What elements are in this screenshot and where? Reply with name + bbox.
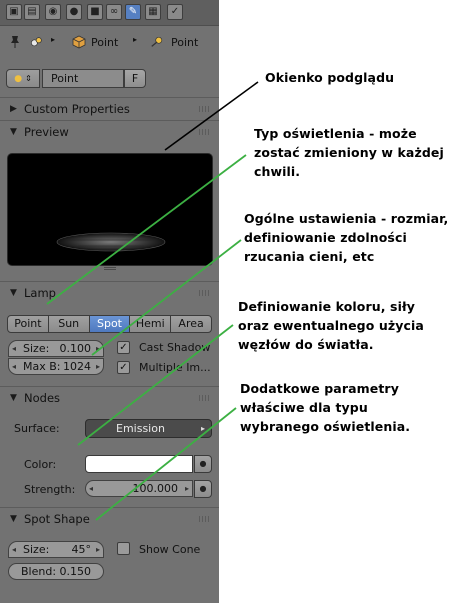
drag-grip-icon[interactable] xyxy=(199,290,211,296)
section-title: Spot Shape xyxy=(24,512,90,526)
field-label: Max B: xyxy=(23,360,61,373)
lamp-type-hemi[interactable]: Hemi xyxy=(129,315,172,333)
lamp-size-field[interactable]: ◂ Size: 0.100 ▸ xyxy=(8,340,104,357)
breadcrumb-object: Point xyxy=(91,36,119,49)
datablock-name-field[interactable]: Point xyxy=(42,69,124,88)
section-title: Lamp xyxy=(24,286,56,300)
section-title: Custom Properties xyxy=(24,102,130,116)
lamp-type-selector: Point Sun Spot Hemi Area xyxy=(7,315,212,333)
collapse-arrow-icon: ▼ xyxy=(10,127,17,137)
section-lamp[interactable]: ▼ Lamp xyxy=(0,282,219,304)
datablock-browse-button[interactable]: ● ⇕ xyxy=(6,69,40,88)
drag-grip-icon[interactable] xyxy=(199,395,211,401)
decrement-arrow-icon[interactable]: ◂ xyxy=(12,542,16,557)
preview-resize-handle[interactable] xyxy=(104,267,116,271)
fake-user-button[interactable]: F xyxy=(124,69,146,88)
section-title: Nodes xyxy=(24,391,61,405)
dropdown-arrow-icon: ▸ xyxy=(200,424,205,433)
lamp-icon xyxy=(151,36,163,47)
field-value: 1024 xyxy=(63,360,91,373)
collapse-arrow-icon: ▼ xyxy=(10,393,17,403)
lamp-small-icon: ● xyxy=(14,73,23,84)
decrement-arrow-icon[interactable]: ◂ xyxy=(12,341,16,356)
field-value: 100.000 xyxy=(132,482,179,495)
color-label: Color: xyxy=(24,458,57,471)
physics-icon[interactable]: ✓ xyxy=(167,4,183,20)
show-cone-label: Show Cone xyxy=(139,543,201,556)
field-label: Blend: xyxy=(21,565,57,578)
show-cone-checkbox[interactable] xyxy=(117,542,130,555)
context-tab-bar: ▣ ▤ ◉ ● ■ ∞ ✎ ▦ ✓ xyxy=(0,0,219,26)
texture-icon[interactable]: ▦ xyxy=(145,4,161,20)
spot-blend-field[interactable]: Blend: 0.150 xyxy=(8,563,104,580)
surface-label: Surface: xyxy=(14,422,60,435)
constraints-icon[interactable]: ∞ xyxy=(106,4,122,20)
multiple-importance-checkbox[interactable]: ✓ xyxy=(117,361,130,374)
collapse-arrow-icon: ▼ xyxy=(10,514,17,524)
increment-arrow-icon[interactable]: ▸ xyxy=(96,542,100,557)
drag-grip-icon[interactable] xyxy=(199,516,211,522)
section-preview[interactable]: ▼ Preview xyxy=(0,121,219,143)
decrement-arrow-icon[interactable]: ◂ xyxy=(12,359,16,374)
breadcrumb-lamp: Point xyxy=(171,36,199,49)
scene-data-icon xyxy=(30,37,42,47)
lamp-type-point[interactable]: Point xyxy=(7,315,49,333)
field-label: Size: xyxy=(23,543,50,556)
cast-shadow-label: Cast Shadow xyxy=(139,341,211,354)
lamp-type-sun[interactable]: Sun xyxy=(47,315,90,333)
color-swatch[interactable] xyxy=(85,455,193,473)
field-value: 0.100 xyxy=(59,342,92,355)
annotation-preview: Okienko podglądu xyxy=(265,70,395,85)
max-bounces-field[interactable]: ◂ Max B: 1024 ▸ xyxy=(8,358,104,375)
chevron-right-icon: ▸ xyxy=(133,35,138,44)
drag-grip-icon[interactable] xyxy=(199,106,211,112)
dropdown-value: Emission xyxy=(116,422,165,435)
render-icon[interactable]: ▣ xyxy=(6,4,22,20)
collapse-arrow-icon: ▼ xyxy=(10,288,17,298)
annotation-general-settings: Ogólne ustawienia - rozmiar, definiowani… xyxy=(244,211,449,264)
multiple-importance-label: Multiple Im... xyxy=(139,361,211,374)
section-title: Preview xyxy=(24,125,69,139)
strength-field[interactable]: ◂ 100.000 ▸ xyxy=(85,480,193,497)
object-cube-icon xyxy=(72,35,86,49)
chevron-right-icon: ▸ xyxy=(51,35,56,44)
lamp-preview xyxy=(7,153,213,266)
lamp-data-icon[interactable]: ✎ xyxy=(125,4,141,20)
section-nodes[interactable]: ▼ Nodes xyxy=(0,387,219,409)
drag-grip-icon[interactable] xyxy=(199,129,211,135)
spot-size-field[interactable]: ◂ Size: 45° ▸ xyxy=(8,541,104,558)
lamp-datablock-selector: ● ⇕ Point F xyxy=(6,69,212,88)
world-icon[interactable]: ● xyxy=(66,4,82,20)
node-link-button[interactable]: ● xyxy=(194,455,212,473)
strength-label: Strength: xyxy=(24,483,76,496)
up-down-icon: ⇕ xyxy=(25,74,32,83)
section-spot-shape[interactable]: ▼ Spot Shape xyxy=(0,508,219,530)
cast-shadow-checkbox[interactable]: ✓ xyxy=(117,341,130,354)
annotation-lamp-type: Typ oświetlenia - może zostać zmieniony … xyxy=(254,126,444,179)
scene-icon[interactable]: ◉ xyxy=(45,4,61,20)
pin-icon[interactable] xyxy=(8,35,22,49)
field-value: 45° xyxy=(71,543,92,556)
object-icon[interactable]: ■ xyxy=(87,4,103,20)
node-link-button[interactable]: ● xyxy=(194,480,212,498)
annotation-extra-params: Dodatkowe parametry właściwe dla typu wy… xyxy=(240,381,411,434)
field-value: 0.150 xyxy=(59,565,92,578)
field-label: Size: xyxy=(23,342,50,355)
render-layers-icon[interactable]: ▤ xyxy=(24,4,40,20)
increment-arrow-icon[interactable]: ▸ xyxy=(96,359,100,374)
expand-arrow-icon: ▶ xyxy=(10,104,17,114)
properties-panel: ▣ ▤ ◉ ● ■ ∞ ✎ ▦ ✓ ▸ Point ▸ Point ● ⇕ Poi… xyxy=(0,0,219,603)
increment-arrow-icon[interactable]: ▸ xyxy=(185,481,189,496)
annotation-color: Definiowanie koloru, siły oraz ewentualn… xyxy=(238,299,424,352)
increment-arrow-icon[interactable]: ▸ xyxy=(96,341,100,356)
lamp-type-area[interactable]: Area xyxy=(170,315,212,333)
section-custom-properties[interactable]: ▶ Custom Properties xyxy=(0,98,219,120)
lamp-type-spot[interactable]: Spot xyxy=(88,315,131,333)
surface-shader-dropdown[interactable]: Emission ▸ xyxy=(85,419,212,438)
preview-render xyxy=(56,232,166,252)
breadcrumb: ▸ Point ▸ Point xyxy=(0,28,219,58)
decrement-arrow-icon[interactable]: ◂ xyxy=(89,481,93,496)
